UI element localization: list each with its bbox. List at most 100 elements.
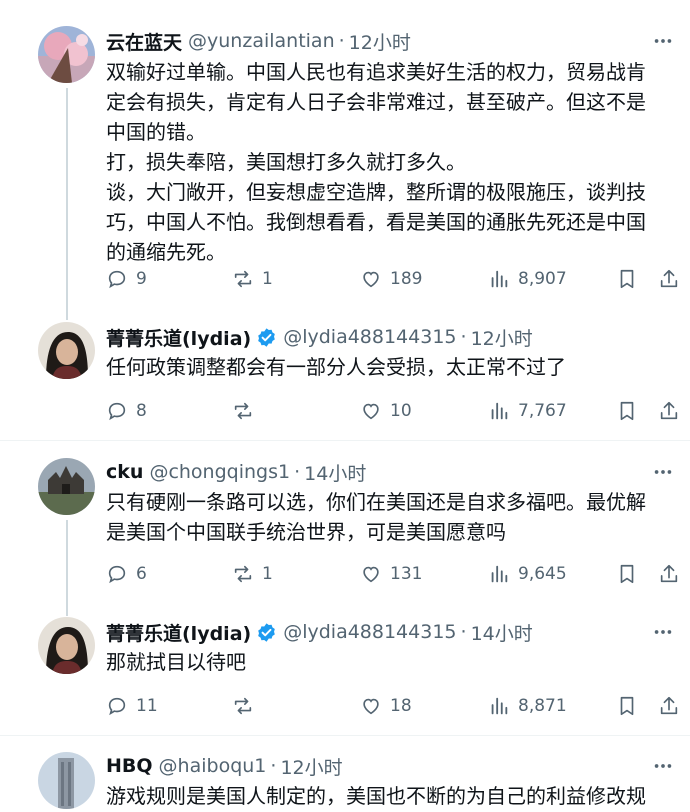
- views-button[interactable]: 7,767: [488, 396, 567, 426]
- share-button[interactable]: [658, 559, 680, 589]
- views-button[interactable]: 8,907: [488, 264, 567, 294]
- action-bar: 6 1 131 9,645: [106, 559, 690, 589]
- post-time[interactable]: 14小时: [304, 459, 366, 486]
- avatar[interactable]: [38, 26, 95, 83]
- like-button[interactable]: 10: [360, 396, 412, 426]
- share-icon: [660, 401, 678, 420]
- author-handle[interactable]: @haiboqu1: [159, 755, 267, 777]
- view-count: 8,907: [518, 269, 567, 289]
- thread-divider: [0, 735, 690, 736]
- more-icon: [654, 764, 672, 768]
- author-handle[interactable]: @yunzailantian: [188, 30, 335, 52]
- like-count: 10: [390, 401, 412, 421]
- share-icon: [660, 564, 678, 583]
- avatar-image-tower: [38, 752, 95, 809]
- reply-icon: [108, 402, 126, 421]
- author-name[interactable]: 云在蓝天: [106, 28, 182, 55]
- verified-badge-icon: [258, 622, 276, 642]
- post-body: 任何政策调整都会有一部分人会受损，太正常不过了: [106, 355, 566, 379]
- post-time[interactable]: 12小时: [349, 28, 411, 55]
- repost-button[interactable]: [232, 396, 262, 426]
- thread-connector-line: [66, 88, 68, 320]
- author-name[interactable]: 菁菁乐道(lydia): [106, 324, 251, 351]
- post-time[interactable]: 14小时: [471, 619, 533, 646]
- reply-count: 9: [136, 269, 147, 289]
- bookmark-icon: [620, 696, 634, 716]
- repost-icon: [234, 565, 252, 583]
- post-body: 游戏规则是美国人制定的，美国也不断的为自己的利益修改规: [106, 784, 646, 808]
- views-button[interactable]: 9,645: [488, 559, 567, 589]
- avatar[interactable]: [38, 458, 95, 515]
- share-button[interactable]: [658, 264, 680, 294]
- bookmark-icon: [620, 269, 634, 289]
- author-name[interactable]: 菁菁乐道(lydia): [106, 619, 251, 646]
- reply-button[interactable]: 8: [106, 396, 147, 426]
- avatar[interactable]: [38, 752, 95, 809]
- thread-connector-line: [66, 520, 68, 616]
- reply-icon: [108, 270, 126, 289]
- heart-icon: [363, 566, 379, 583]
- action-bar: 9 1 189 8,907: [106, 264, 690, 294]
- reply-count: 11: [136, 696, 158, 716]
- author-handle[interactable]: @lydia488144315: [283, 326, 456, 348]
- separator-dot: ·: [460, 326, 467, 348]
- more-button[interactable]: [650, 459, 676, 485]
- avatar[interactable]: [38, 322, 95, 379]
- post-text: 只有硬刚一条路可以选，你们在美国还是自求多福吧。最优解 是美国个中国联手统治世界…: [106, 487, 672, 547]
- thread-divider: [0, 440, 690, 441]
- post-time[interactable]: 12小时: [471, 324, 533, 351]
- repost-button[interactable]: 1: [232, 264, 273, 294]
- more-icon: [654, 630, 672, 634]
- reply-feed: 云在蓝天 @yunzailantian · 12小时 双输好过单输。中国人民也有…: [0, 0, 690, 812]
- bookmark-button[interactable]: [616, 559, 638, 589]
- post-header: 菁菁乐道(lydia) @lydia488144315 · 12小时: [106, 322, 533, 352]
- repost-icon: [234, 697, 252, 715]
- like-count: 189: [390, 269, 423, 289]
- more-button[interactable]: [650, 28, 676, 54]
- repost-count: 1: [262, 564, 273, 584]
- author-name[interactable]: HBQ: [106, 755, 153, 777]
- reply-button[interactable]: 11: [106, 691, 158, 721]
- author-handle[interactable]: @lydia488144315: [283, 621, 456, 643]
- more-button[interactable]: [650, 619, 676, 645]
- post-header: HBQ @haiboqu1 · 12小时: [106, 751, 343, 781]
- like-button[interactable]: 131: [360, 559, 422, 589]
- views-icon: [491, 697, 508, 715]
- post-text: 那就拭目以待吧: [106, 647, 672, 677]
- separator-dot: ·: [338, 30, 345, 52]
- avatar-image-woman: [38, 617, 95, 674]
- reply-button[interactable]: 6: [106, 559, 147, 589]
- bookmark-icon: [620, 564, 634, 584]
- author-name[interactable]: cku: [106, 461, 143, 483]
- avatar[interactable]: [38, 617, 95, 674]
- verified-badge-icon: [258, 327, 276, 347]
- share-icon: [660, 269, 678, 288]
- views-button[interactable]: 8,871: [488, 691, 567, 721]
- repost-button[interactable]: [232, 691, 262, 721]
- reply-count: 8: [136, 401, 147, 421]
- reply-button[interactable]: 9: [106, 264, 147, 294]
- share-button[interactable]: [658, 691, 680, 721]
- action-bar: 11 18 8,871: [106, 691, 690, 721]
- more-icon: [654, 39, 672, 43]
- author-handle[interactable]: @chongqings1: [149, 461, 290, 483]
- bookmark-button[interactable]: [616, 264, 638, 294]
- views-icon: [491, 565, 508, 583]
- bookmark-button[interactable]: [616, 396, 638, 426]
- avatar-image-woman: [38, 322, 95, 379]
- view-count: 7,767: [518, 401, 567, 421]
- post-header: 菁菁乐道(lydia) @lydia488144315 · 14小时: [106, 617, 533, 647]
- bookmark-icon: [620, 401, 634, 421]
- repost-button[interactable]: 1: [232, 559, 273, 589]
- share-button[interactable]: [658, 396, 680, 426]
- post-time[interactable]: 12小时: [280, 753, 342, 780]
- like-button[interactable]: 18: [360, 691, 412, 721]
- post-header: 云在蓝天 @yunzailantian · 12小时: [106, 26, 411, 56]
- bookmark-button[interactable]: [616, 691, 638, 721]
- like-button[interactable]: 189: [360, 264, 422, 294]
- reply-icon: [108, 697, 126, 716]
- views-icon: [491, 402, 508, 420]
- more-button[interactable]: [650, 753, 676, 779]
- heart-icon: [363, 698, 379, 715]
- post-text: 双输好过单输。中国人民也有追求美好生活的权力，贸易战肯 定会有损失，肯定有人日子…: [106, 57, 672, 267]
